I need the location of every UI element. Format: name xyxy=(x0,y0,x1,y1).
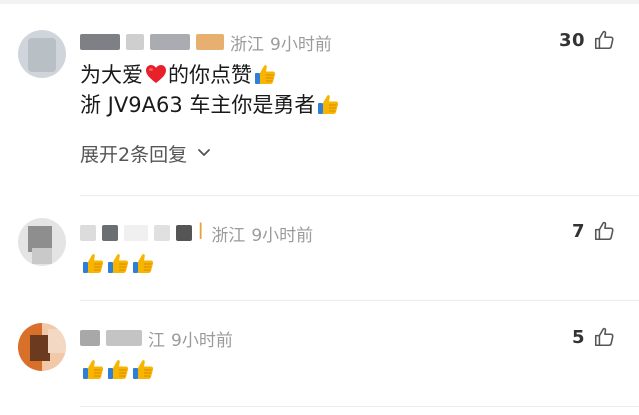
thumbs-up-emoji-icon xyxy=(106,357,130,381)
comment-divider xyxy=(80,300,639,301)
comment-location: 浙江 xyxy=(230,34,264,55)
username-blurred[interactable] xyxy=(126,34,144,50)
comment-text-line xyxy=(80,251,155,275)
thumbs-up-icon xyxy=(593,220,615,242)
comment-divider xyxy=(80,406,639,407)
like-count: 5 xyxy=(571,326,585,348)
comment-text: 的你点赞 xyxy=(168,63,252,87)
thumbs-up-emoji-icon xyxy=(81,357,105,381)
comment-text-line xyxy=(80,357,155,381)
like-count: 30 xyxy=(558,29,585,51)
expand-replies-button[interactable]: 展开2条回复 xyxy=(80,140,211,166)
thumbs-up-emoji-icon xyxy=(316,92,340,116)
comment-text-line: 为大爱 的你点赞 xyxy=(80,60,277,88)
comment-meta: 江 9小时前 xyxy=(80,326,233,351)
avatar[interactable] xyxy=(18,323,66,371)
username-blurred[interactable] xyxy=(80,330,100,346)
avatar[interactable] xyxy=(18,30,66,78)
thumbs-up-emoji-icon xyxy=(131,357,155,381)
thumbs-up-emoji-icon xyxy=(106,251,130,275)
username-blurred[interactable] xyxy=(80,34,120,50)
comment-text: 为大爱 xyxy=(80,63,143,87)
like-count: 7 xyxy=(571,220,585,242)
username-blurred[interactable] xyxy=(102,225,118,241)
chevron-down-icon xyxy=(198,149,210,156)
comment-time: 9小时前 xyxy=(171,330,233,351)
comment-location: 浙江 xyxy=(211,225,246,246)
username-blurred[interactable] xyxy=(106,330,142,346)
username-blurred[interactable] xyxy=(124,225,148,241)
badge-blurred xyxy=(196,34,224,50)
comment-text-line: 浙 JV9A63 车主你是勇者 xyxy=(80,90,340,118)
username-blurred[interactable] xyxy=(80,225,96,241)
comment-location: 江 xyxy=(148,330,165,351)
like-button[interactable]: 5 xyxy=(572,326,615,348)
comment-time: 9小时前 xyxy=(251,225,314,246)
like-button[interactable]: 7 xyxy=(572,220,615,242)
thumbs-up-icon xyxy=(593,29,615,51)
comment-meta: 浙江 9小时前 xyxy=(80,30,332,55)
comment-divider xyxy=(80,195,639,196)
heart-emoji-icon xyxy=(146,65,166,83)
thumbs-up-emoji-icon xyxy=(253,62,277,86)
username-blurred[interactable] xyxy=(150,34,190,50)
expand-replies-label: 展开2条回复 xyxy=(80,143,188,166)
top-divider xyxy=(0,0,639,4)
thumbs-up-icon xyxy=(593,326,615,348)
avatar[interactable] xyxy=(18,218,66,266)
username-blurred[interactable] xyxy=(176,225,192,241)
comment-text: 浙 JV9A63 车主你是勇者 xyxy=(80,93,316,117)
thumbs-up-emoji-icon xyxy=(81,251,105,275)
like-button[interactable]: 30 xyxy=(559,29,615,51)
comment-time: 9小时前 xyxy=(270,34,332,55)
thumbs-up-emoji-icon xyxy=(131,251,155,275)
comment-meta: ꟾ 浙江 9小时前 xyxy=(80,221,314,246)
username-blurred[interactable] xyxy=(154,225,170,241)
badge-icon: ꟾ xyxy=(198,222,204,244)
